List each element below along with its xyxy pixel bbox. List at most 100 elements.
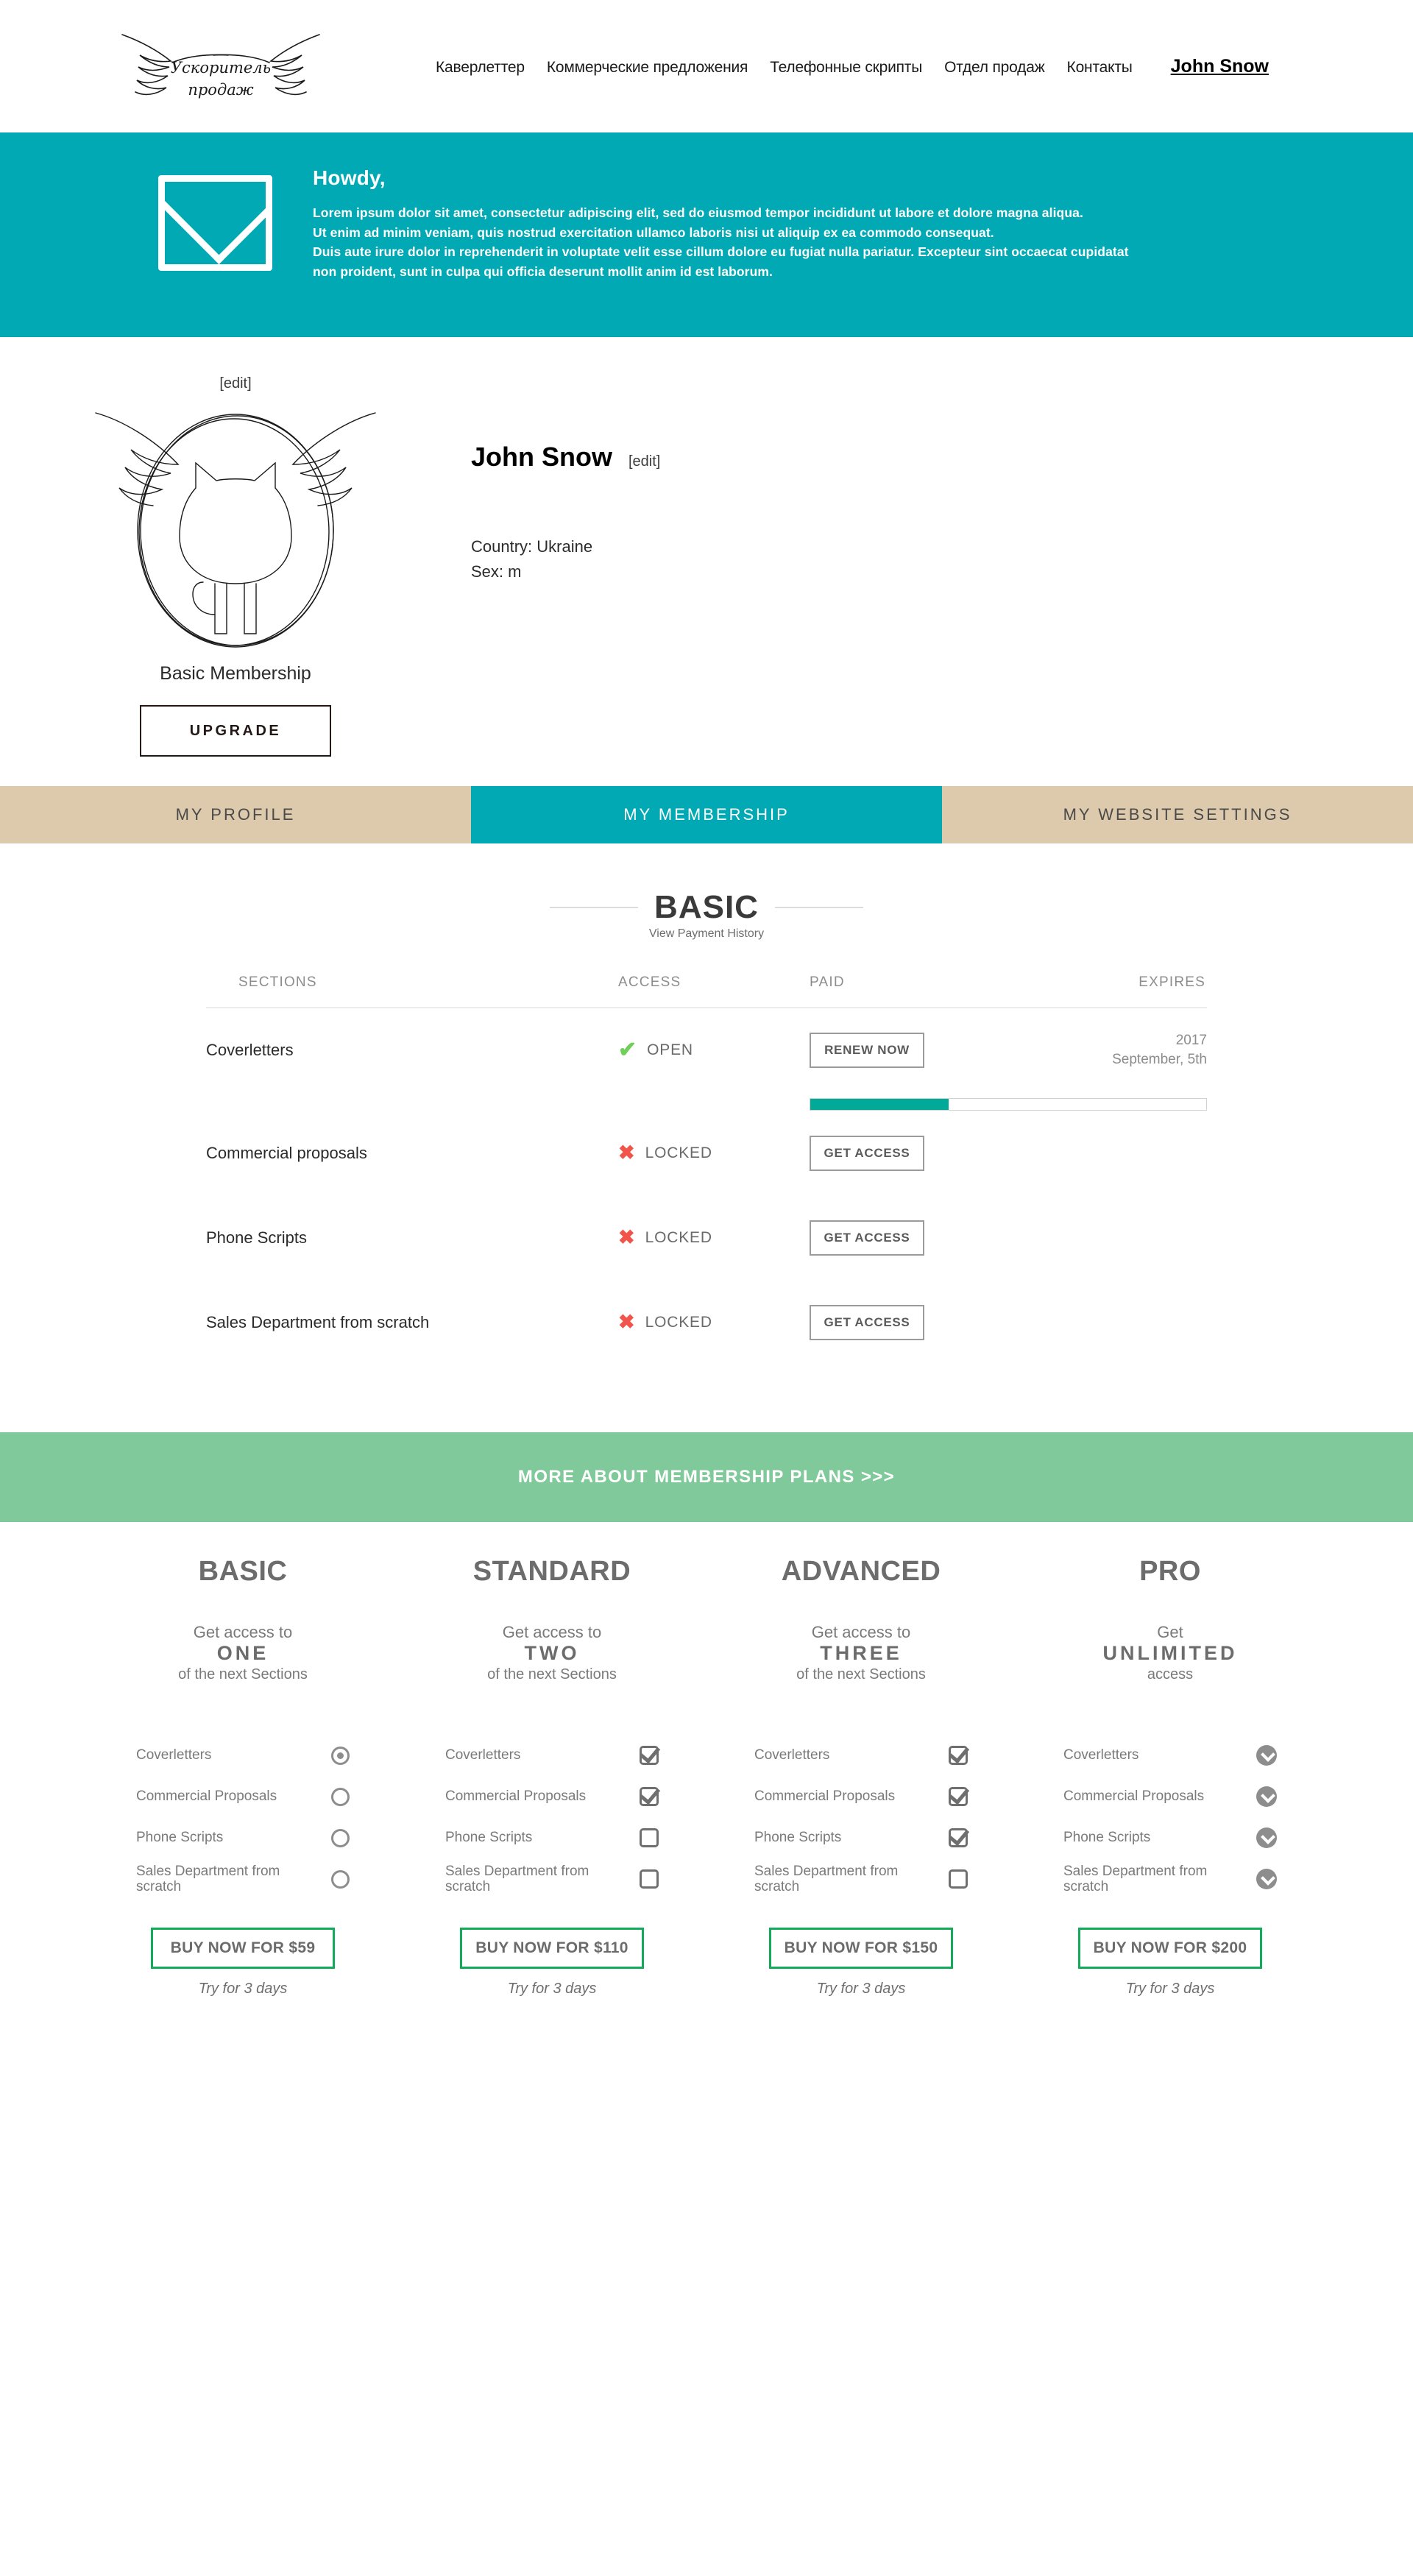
chevron-down-icon[interactable] xyxy=(1256,1827,1277,1849)
try-note: Try for 3 days xyxy=(816,1981,906,1998)
checkbox-icon[interactable] xyxy=(949,1828,968,1848)
row-expires-cell: 2017 September, 5th xyxy=(994,1008,1207,1092)
buy-now-button[interactable]: BUY NOW FOR $59 xyxy=(151,1928,335,1970)
list-item: Sales Department from scratch xyxy=(754,1858,968,1900)
buy-now-button[interactable]: BUY NOW FOR $200 xyxy=(1078,1928,1262,1970)
profile-avatar-column: [edit] Basic Membership UPGRADE xyxy=(0,375,471,757)
row-paid-cell: GET ACCESS xyxy=(810,1280,994,1365)
get-access-button[interactable]: GET ACCESS xyxy=(810,1220,924,1256)
plan-subtitle: Get access to TWO of the next Sections xyxy=(487,1623,617,1683)
plan-title-row: BASIC xyxy=(0,889,1413,926)
list-item: Sales Department from scratch xyxy=(1063,1858,1277,1900)
howdy-paragraph-3: Duis aute irure dolor in reprehenderit i… xyxy=(313,244,1129,260)
upgrade-button[interactable]: UPGRADE xyxy=(140,705,331,757)
buy-now-button[interactable]: BUY NOW FOR $150 xyxy=(769,1928,953,1970)
row-paid-cell: GET ACCESS xyxy=(810,1111,994,1195)
row-expires-cell xyxy=(994,1111,1207,1195)
plan-name: BASIC xyxy=(198,1556,288,1587)
col-access: ACCESS xyxy=(618,974,810,1008)
site-header: Ускоритель продаж Каверлеттер Коммерческ… xyxy=(0,0,1413,132)
feature-label: Phone Scripts xyxy=(1063,1830,1151,1846)
plan-feature-list: Coverletters Commercial Proposals Phone … xyxy=(754,1735,968,1900)
feature-label: Sales Department from scratch xyxy=(136,1863,280,1895)
more-about-plans-label: MORE ABOUT MEMBERSHIP PLANS >>> xyxy=(517,1467,896,1487)
howdy-paragraph-4: non proident, sunt in culpa qui officia … xyxy=(313,263,773,279)
feature-label: Sales Department from scratch xyxy=(1063,1863,1208,1895)
nav-item-sales-department[interactable]: Отдел продаж xyxy=(944,59,1045,77)
edit-profile-link[interactable]: [edit] xyxy=(628,453,660,470)
checkbox-icon[interactable] xyxy=(640,1787,659,1807)
current-plan-title: BASIC xyxy=(654,889,759,925)
nav-item-contacts[interactable]: Контакты xyxy=(1067,59,1133,77)
radio-icon[interactable] xyxy=(331,1787,350,1806)
profile-sex: Sex: m xyxy=(471,562,522,581)
list-item: Commercial Proposals xyxy=(445,1776,659,1817)
nav-item-phone-scripts[interactable]: Телефонные скрипты xyxy=(770,59,922,77)
plan-card-basic: BASIC Get access to ONE of the next Sect… xyxy=(88,1556,397,1998)
view-payment-history-link[interactable]: View Payment History xyxy=(0,927,1413,941)
row-access-cell: ✔ OPEN xyxy=(618,1008,810,1092)
plan-sub-bottom: of the next Sections xyxy=(796,1666,926,1683)
progress-row xyxy=(206,1092,1207,1111)
tab-my-profile[interactable]: MY PROFILE xyxy=(0,786,471,843)
try-note: Try for 3 days xyxy=(1125,1981,1215,1998)
checkbox-icon[interactable] xyxy=(949,1869,968,1889)
howdy-paragraph-2: Ut enim ad minim veniam, quis nostrud ex… xyxy=(313,224,994,240)
plan-sub-big: TWO xyxy=(524,1642,580,1665)
row-section-name: Coverletters xyxy=(206,1041,294,1059)
checkbox-icon[interactable] xyxy=(949,1746,968,1766)
nav-user-account[interactable]: John Snow xyxy=(1171,56,1269,77)
tab-my-membership[interactable]: MY MEMBERSHIP xyxy=(471,786,942,843)
chevron-down-icon[interactable] xyxy=(1256,1786,1277,1808)
checkbox-icon[interactable] xyxy=(640,1869,659,1889)
row-section-name: Commercial proposals xyxy=(206,1143,367,1162)
howdy-paragraph-1: Lorem ipsum dolor sit amet, consectetur … xyxy=(313,205,1083,220)
plan-sub-big: ONE xyxy=(216,1642,269,1665)
list-item: Phone Scripts xyxy=(136,1817,350,1858)
plan-card-advanced: ADVANCED Get access to THREE of the next… xyxy=(706,1556,1016,1998)
radio-icon[interactable] xyxy=(331,1869,350,1889)
membership-table: SECTIONS ACCESS PAID EXPIRES Coverletter… xyxy=(206,974,1207,1365)
plan-name: ADVANCED xyxy=(781,1556,941,1587)
table-row: Phone Scripts ✖ LOCKED GET ACCESS xyxy=(206,1195,1207,1280)
feature-label: Commercial Proposals xyxy=(754,1788,896,1805)
list-item: Coverletters xyxy=(445,1735,659,1776)
checkbox-icon[interactable] xyxy=(640,1746,659,1766)
feature-label: Commercial Proposals xyxy=(1063,1788,1205,1805)
buy-now-button[interactable]: BUY NOW FOR $110 xyxy=(460,1928,644,1970)
site-logo[interactable]: Ускоритель продаж xyxy=(110,18,331,114)
howdy-body: Howdy, Lorem ipsum dolor sit amet, conse… xyxy=(313,159,1129,281)
checkbox-icon[interactable] xyxy=(640,1828,659,1848)
howdy-banner: Howdy, Lorem ipsum dolor sit amet, conse… xyxy=(0,132,1413,337)
plan-sub-bottom: access xyxy=(1147,1666,1194,1683)
checkbox-icon[interactable] xyxy=(949,1787,968,1807)
nav-item-commercial-proposals[interactable]: Коммерческие предложения xyxy=(547,59,748,77)
plan-card-standard: STANDARD Get access to TWO of the next S… xyxy=(397,1556,706,1998)
renew-now-button[interactable]: RENEW NOW xyxy=(810,1033,924,1068)
more-about-plans-bar[interactable]: MORE ABOUT MEMBERSHIP PLANS >>> xyxy=(0,1432,1413,1522)
row-access-label: LOCKED xyxy=(645,1313,712,1331)
chevron-down-icon[interactable] xyxy=(1256,1745,1277,1766)
plan-feature-list: Coverletters Commercial Proposals Phone … xyxy=(445,1735,659,1900)
list-item: Phone Scripts xyxy=(754,1817,968,1858)
get-access-button[interactable]: GET ACCESS xyxy=(810,1135,924,1171)
row-expires-cell xyxy=(994,1280,1207,1365)
avatar[interactable] xyxy=(52,394,419,659)
row-access-cell: ✖ LOCKED xyxy=(618,1111,810,1195)
get-access-button[interactable]: GET ACCESS xyxy=(810,1304,924,1340)
main-nav: Каверлеттер Коммерческие предложения Тел… xyxy=(436,56,1269,77)
list-item: Coverletters xyxy=(136,1735,350,1776)
nav-item-coverletters[interactable]: Каверлеттер xyxy=(436,59,525,77)
radio-icon[interactable] xyxy=(331,1746,350,1765)
edit-avatar-link[interactable]: [edit] xyxy=(219,375,251,392)
row-expires-cell xyxy=(994,1195,1207,1280)
envelope-icon xyxy=(158,175,282,271)
chevron-down-icon[interactable] xyxy=(1256,1869,1277,1890)
subscription-progress-fill xyxy=(810,1099,949,1110)
list-item: Commercial Proposals xyxy=(754,1776,968,1817)
plan-sub-bottom: of the next Sections xyxy=(178,1666,308,1683)
plan-sub-top: Get access to xyxy=(502,1623,602,1641)
tab-my-website-settings[interactable]: MY WEBSITE SETTINGS xyxy=(942,786,1413,843)
radio-icon[interactable] xyxy=(331,1828,350,1847)
pricing-section: BASIC Get access to ONE of the next Sect… xyxy=(0,1522,1413,2042)
